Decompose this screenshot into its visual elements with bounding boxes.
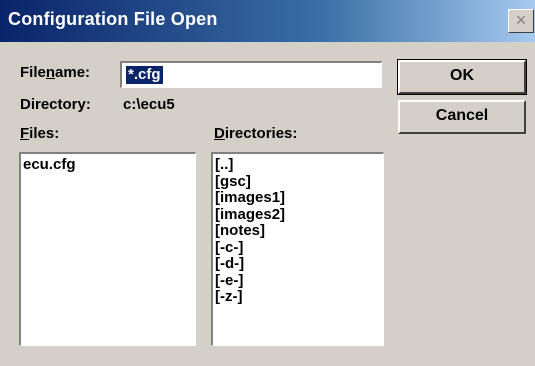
- filename-value: *.cfg: [126, 66, 163, 84]
- ok-button[interactable]: OK: [397, 59, 527, 95]
- directories-list: [..] [gsc] [images1] [images2] [notes] [-c-][…: [213, 154, 383, 306]
- close-button[interactable]: ×: [508, 9, 534, 33]
- directory-list-item[interactable]: [-z-]: [213, 288, 383, 306]
- window-title: Configuration File Open: [8, 9, 218, 29]
- directory-list-item[interactable]: [images1]: [213, 189, 383, 207]
- directories-listbox[interactable]: [..] [gsc] [images1] [images2] [notes] [-c-][…: [211, 152, 384, 346]
- filename-input[interactable]: *.cfg: [120, 61, 382, 88]
- files-label: Files:: [20, 125, 60, 142]
- directory-list-item[interactable]: [notes]: [213, 222, 383, 240]
- directory-list-item[interactable]: [-e-]: [213, 272, 383, 290]
- directory-list-item[interactable]: [images2]: [213, 206, 383, 224]
- filename-label: Filename:: [20, 64, 91, 81]
- files-list: ecu.cfg: [21, 154, 195, 174]
- directories-label: Directories:: [214, 125, 298, 142]
- directory-list-item[interactable]: [-d-]: [213, 255, 383, 273]
- cancel-button[interactable]: Cancel: [398, 100, 526, 134]
- directory-value: c:\ecu5: [123, 96, 175, 113]
- file-list-item[interactable]: ecu.cfg: [21, 156, 195, 174]
- close-icon: ×: [515, 10, 527, 30]
- directory-list-item[interactable]: [..]: [213, 156, 383, 174]
- directory-list-item[interactable]: [gsc]: [213, 173, 383, 191]
- directory-list-item[interactable]: [-c-]: [213, 239, 383, 257]
- title-bar: Configuration File Open ×: [0, 0, 535, 42]
- directory-label: Directory:: [20, 96, 91, 113]
- files-listbox[interactable]: ecu.cfg: [19, 152, 196, 346]
